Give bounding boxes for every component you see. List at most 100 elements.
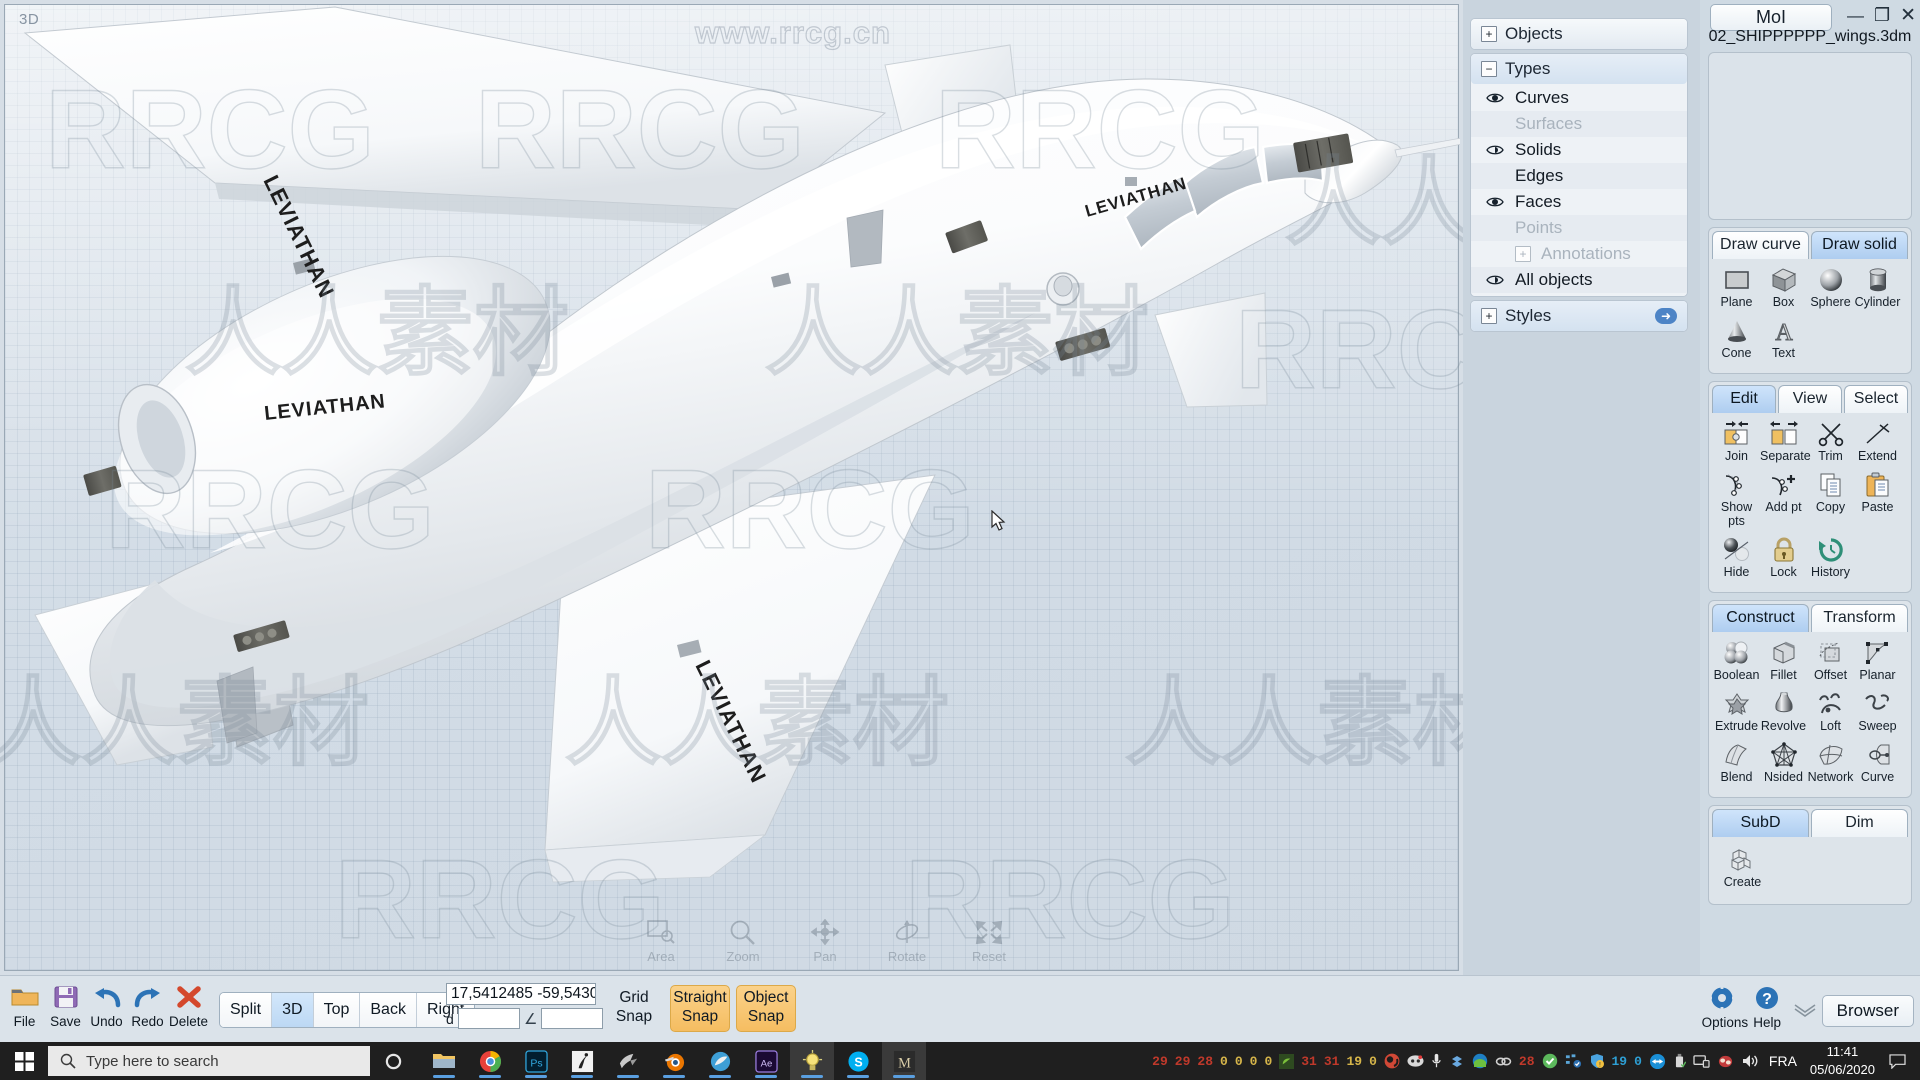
grid-snap-button[interactable]: Grid Snap [604, 985, 664, 1032]
tool-blend[interactable]: Blend [1713, 740, 1760, 784]
dropbox-icon[interactable] [1449, 1053, 1465, 1069]
tool-paste[interactable]: Paste [1854, 470, 1901, 527]
viewport-nav-pan[interactable]: Pan [799, 917, 851, 964]
undo-button[interactable]: Undo [86, 980, 127, 1029]
tool-boolean[interactable]: Boolean [1713, 638, 1760, 682]
viewport-nav-area[interactable]: Area [635, 917, 687, 964]
tab-edit[interactable]: Edit [1712, 385, 1776, 414]
delete-button[interactable]: Delete [168, 980, 209, 1029]
types-group[interactable]: − Types Curves Surfaces Solids Edges Fac… [1470, 53, 1688, 297]
view-3d-button[interactable]: 3D [272, 993, 314, 1027]
straight-snap-button[interactable]: Straight Snap [670, 985, 730, 1032]
restore-icon[interactable]: ❐ [1874, 5, 1890, 26]
network-sync-icon[interactable] [1565, 1053, 1582, 1069]
tool-box[interactable]: Box [1760, 265, 1807, 309]
taskbar-marmoset[interactable] [698, 1042, 742, 1080]
taskbar-apps[interactable]: Ps Ae S M [422, 1042, 926, 1080]
view-mode-buttons[interactable]: Split 3D Top Back Right [219, 992, 476, 1028]
type-row-all-objects[interactable]: All objects [1471, 267, 1687, 293]
viewport-3d[interactable]: LEVIATHAN LEVIATHAN LEVIATHAN LEVIATHAN … [0, 0, 1463, 975]
eye-half-icon[interactable] [1485, 144, 1505, 156]
notification-center-icon[interactable] [1882, 1053, 1912, 1069]
taskbar-search-box[interactable]: Type here to search [48, 1046, 370, 1076]
obs-icon[interactable] [1384, 1053, 1400, 1069]
subd-tabs[interactable]: SubD Dim [1709, 806, 1911, 838]
window-controls[interactable]: — ❐ ✕ [1847, 4, 1916, 27]
type-row-faces[interactable]: Faces [1471, 189, 1687, 215]
tool-sweep[interactable]: Sweep [1854, 689, 1901, 733]
scene-browser-panel[interactable]: + Objects − Types Curves Surfaces Solids… [1470, 18, 1688, 335]
viewport-nav-zoom[interactable]: Zoom [717, 917, 769, 964]
tool-history[interactable]: History [1807, 535, 1854, 579]
tool-plane[interactable]: Plane [1713, 265, 1760, 309]
objects-group[interactable]: + Objects [1470, 18, 1688, 50]
microphone-icon[interactable] [1431, 1053, 1442, 1069]
styles-header[interactable]: + Styles ➜ [1471, 301, 1687, 331]
volume-icon[interactable] [1741, 1053, 1759, 1069]
taskbar-chrome[interactable] [468, 1042, 512, 1080]
tool-sphere[interactable]: Sphere [1807, 265, 1854, 309]
tab-draw-curve[interactable]: Draw curve [1712, 231, 1809, 259]
type-row-solids[interactable]: Solids [1471, 137, 1687, 163]
tool-fillet[interactable]: Fillet [1760, 638, 1807, 682]
tool-separate[interactable]: Separate [1760, 419, 1811, 463]
help-button[interactable]: ? Help [1747, 981, 1788, 1030]
styles-arrow-button[interactable]: ➜ [1655, 308, 1677, 324]
tab-transform[interactable]: Transform [1811, 603, 1908, 632]
minimize-icon[interactable]: — [1847, 6, 1864, 26]
object-snap-button[interactable]: Object Snap [736, 985, 796, 1032]
cortana-button[interactable] [370, 1053, 416, 1070]
check-shield-icon[interactable] [1542, 1053, 1558, 1069]
file-button[interactable]: File [4, 980, 45, 1029]
teamviewer-icon[interactable] [1649, 1053, 1666, 1070]
viewport-canvas[interactable]: LEVIATHAN LEVIATHAN LEVIATHAN LEVIATHAN … [0, 4, 1463, 971]
types-collapse-icon[interactable]: − [1481, 61, 1497, 77]
taskbar-blender[interactable] [652, 1042, 696, 1080]
taskbar-file-explorer[interactable] [422, 1042, 466, 1080]
eye-open-icon[interactable] [1485, 196, 1505, 208]
nvidia-icon[interactable] [1279, 1053, 1295, 1069]
tool-planar[interactable]: Planar [1854, 638, 1901, 682]
moi-menu-button[interactable]: MoI [1710, 4, 1832, 31]
view-top-button[interactable]: Top [313, 993, 361, 1027]
discord-icon[interactable] [1407, 1054, 1424, 1068]
tool-extrude[interactable]: Extrude [1713, 689, 1760, 733]
options-button[interactable]: Options [1702, 981, 1748, 1030]
tool-network[interactable]: Network [1807, 740, 1854, 784]
angle-field[interactable] [541, 1008, 604, 1029]
taskbar-keyshot[interactable] [790, 1042, 834, 1080]
taskbar-skype[interactable]: S [836, 1042, 880, 1080]
ccleaner-icon[interactable] [1472, 1053, 1488, 1069]
tab-draw-solid[interactable]: Draw solid [1811, 231, 1908, 259]
type-row-edges[interactable]: Edges [1471, 163, 1687, 189]
draw-tabs[interactable]: Draw curve Draw solid [1709, 228, 1911, 259]
type-row-curves[interactable]: Curves [1471, 85, 1687, 111]
taskbar-zbrush[interactable] [560, 1042, 604, 1080]
taskbar-photoshop[interactable]: Ps [514, 1042, 558, 1080]
tool-join[interactable]: Join [1713, 419, 1760, 463]
annotations-expand-icon[interactable]: + [1515, 246, 1531, 262]
tool-offset[interactable]: Offset [1807, 638, 1854, 682]
styles-expand-icon[interactable]: + [1481, 308, 1497, 324]
usb-icon[interactable] [1673, 1053, 1686, 1069]
distance-field[interactable] [458, 1008, 520, 1029]
xy-coordinate-field[interactable]: 17,5412485 -59,543073 [446, 983, 596, 1005]
tool-curve[interactable]: Curve [1854, 740, 1901, 784]
audio-device-icon[interactable] [1717, 1053, 1734, 1069]
language-indicator[interactable]: FRA [1769, 1053, 1797, 1069]
construct-tabs[interactable]: Construct Transform [1709, 601, 1911, 632]
save-button[interactable]: Save [45, 980, 86, 1029]
tool-copy[interactable]: Copy [1807, 470, 1854, 527]
viewport-nav-tools[interactable]: Area Zoom Pan Rotate Reset [635, 917, 1015, 964]
tab-select[interactable]: Select [1844, 385, 1908, 414]
styles-group[interactable]: + Styles ➜ [1470, 300, 1688, 332]
viewport-nav-rotate[interactable]: Rotate [881, 917, 933, 964]
type-row-points[interactable]: Points [1471, 215, 1687, 241]
edit-tabs[interactable]: Edit View Select [1709, 382, 1911, 414]
tool-add-pt[interactable]: Add pt [1760, 470, 1807, 527]
taskbar-after-effects[interactable]: Ae [744, 1042, 788, 1080]
tool-nsided[interactable]: Nsided [1760, 740, 1807, 784]
viewport-nav-reset[interactable]: Reset [963, 917, 1015, 964]
tab-subd[interactable]: SubD [1712, 809, 1809, 838]
snap-buttons[interactable]: Grid Snap Straight Snap Object Snap [604, 985, 796, 1032]
